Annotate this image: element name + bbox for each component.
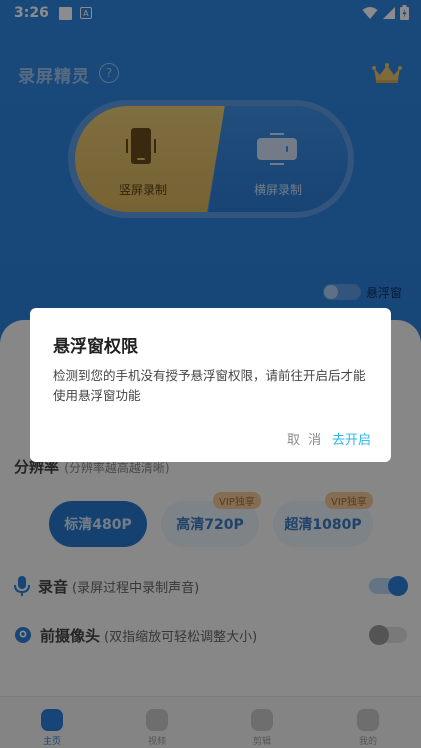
dialog-message: 检测到您的手机没有授予悬浮窗权限，请前往开启后才能使用悬浮窗功能: [53, 368, 366, 403]
dialog-title: 悬浮窗权限: [53, 337, 138, 357]
floating-permission-dialog: 悬浮窗权限 检测到您的手机没有授予悬浮窗权限，请前往开启后才能使用悬浮窗功能 取…: [30, 308, 391, 462]
dialog-open-settings-button[interactable]: 去开启: [332, 429, 371, 448]
dialog-cancel-button[interactable]: 取 消: [287, 429, 323, 448]
